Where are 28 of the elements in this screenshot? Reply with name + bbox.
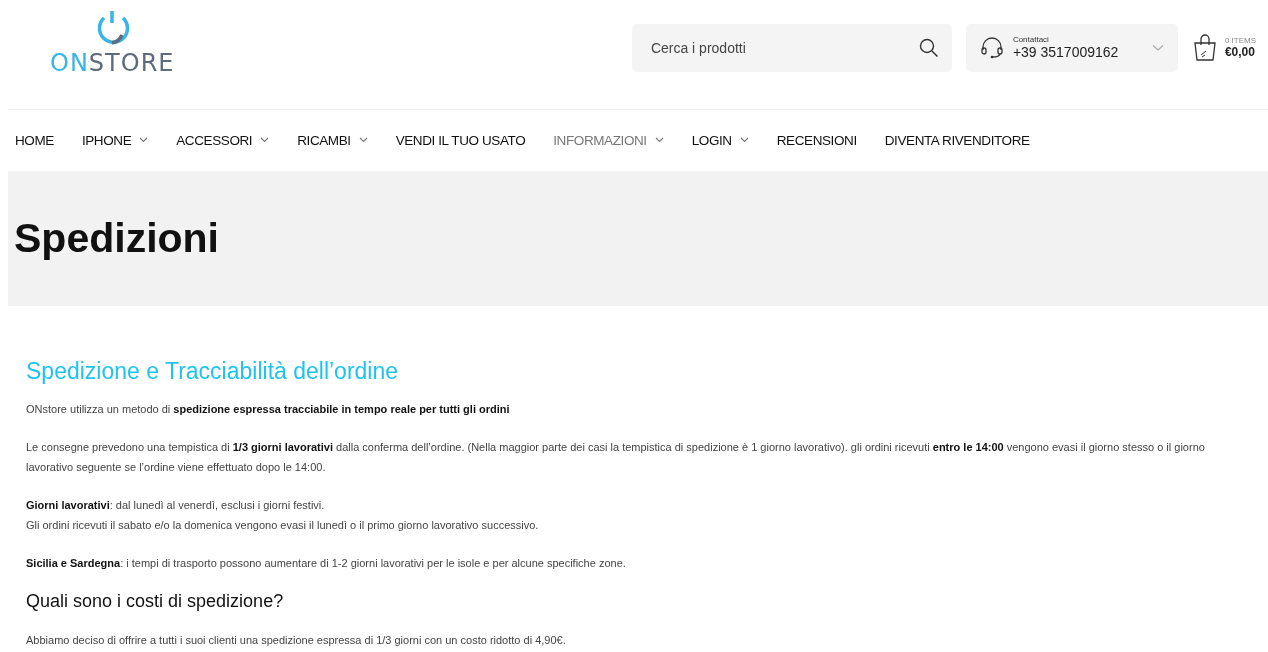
cart-total: €0,00 bbox=[1224, 45, 1256, 59]
shopping-bag-icon[interactable] bbox=[1191, 33, 1218, 62]
paragraph: Le consegne prevedono una tempistica di 1/3 giorni lavorativi dalla conferma dell’ordine. (Nella maggior parte dei casi la tempistica di spedizione è 1 giorno lavorativo). gli ordini ricevuti entro le 14:00 vengono evasi il giorno stesso o il giorno lavorativo seguente se l’ordine viene effettuato dopo le 14:00. bbox=[26, 440, 1206, 475]
section-heading: Spedizione e Tracciabilità dell’ordine bbox=[26, 358, 400, 385]
nav-link[interactable]: RICAMBI bbox=[297, 132, 368, 148]
paragraph: Abbiamo deciso di offrire a tutti i suoi clienti una spedizione espressa di 1/3 giorni con un costo ridotto di 4,90€. bbox=[26, 633, 567, 648]
nav-link[interactable]: VENDI IL TUO USATO bbox=[395, 132, 526, 148]
contact-label: Contattaci bbox=[1012, 35, 1050, 44]
nav-link[interactable]: RECENSIONI bbox=[776, 132, 857, 148]
search-field[interactable]: Cerca i prodotti bbox=[631, 23, 952, 72]
nav-link[interactable]: HOME bbox=[15, 132, 54, 148]
phone-number: +39 3517009162 bbox=[1012, 44, 1119, 60]
headset-icon bbox=[979, 35, 1004, 60]
nav-link[interactable]: INFORMAZIONI bbox=[553, 132, 664, 148]
nav-link[interactable]: LOGIN bbox=[691, 132, 749, 148]
nav-link[interactable]: ACCESSORI bbox=[176, 132, 270, 148]
cart-item-count: 0 ITEMS bbox=[1224, 36, 1256, 45]
nav-link[interactable]: DIVENTA RIVENDITORE bbox=[884, 132, 1030, 148]
nav-link[interactable]: IPHONE bbox=[81, 132, 149, 148]
page-title: Spedizioni bbox=[14, 215, 219, 262]
section-subheading: Quali sono i costi di spedizione? bbox=[26, 591, 285, 612]
paragraph: Sicilia e Sardegna: i tempi di trasporto possono aumentare di 1-2 giorni lavorativi per le isole e per alcune specifiche zone. bbox=[26, 556, 627, 571]
search-icon[interactable] bbox=[918, 37, 939, 58]
logo-text: ONSTORE bbox=[50, 50, 175, 75]
paragraph: Giorni lavorativi: dal lunedì al venerdì, esclusi i giorni festivi. Gli ordini ricevuti il sabato e/o la domenica vengono evasi il lunedì o il primo giorno lavorativo successivo. bbox=[26, 498, 540, 533]
store-logo[interactable]: ONSTORE bbox=[50, 8, 175, 75]
contact-box[interactable]: Contattaci +39 3517009162 bbox=[965, 23, 1178, 72]
paragraph: ONstore utilizza un metodo di spedizione espressa tracciabile in tempo reale per tutti gli ordini bbox=[26, 402, 511, 417]
